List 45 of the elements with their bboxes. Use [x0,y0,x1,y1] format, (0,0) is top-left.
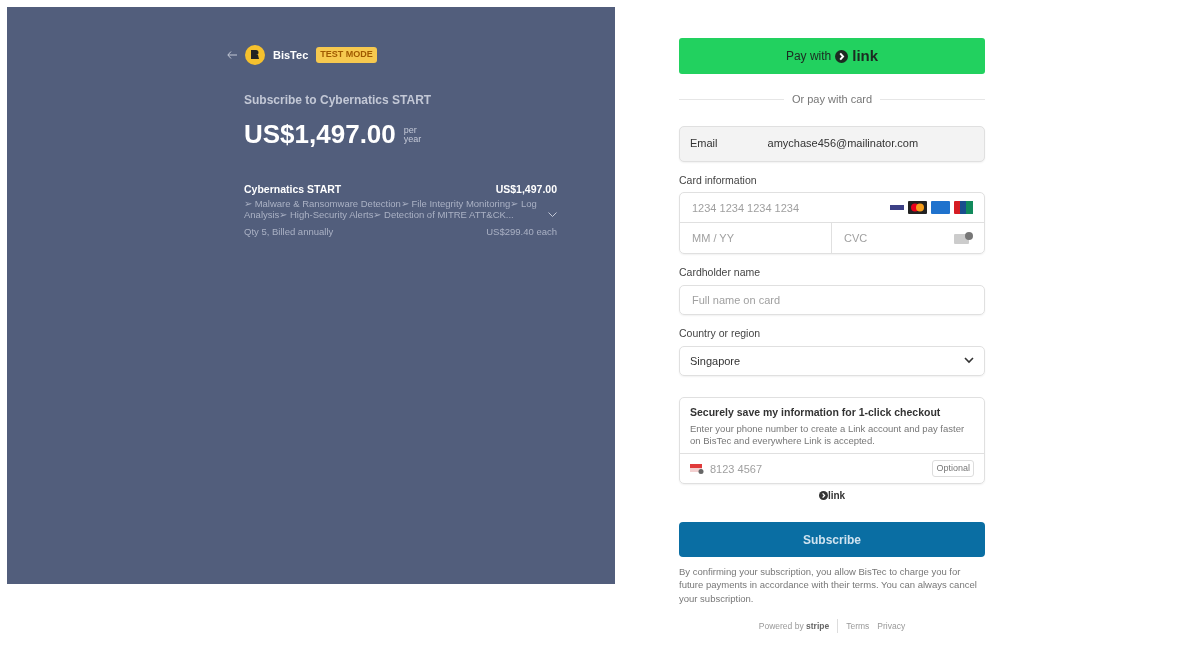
chevron-down-icon[interactable] [548,211,557,218]
period-label: per [403,125,418,135]
divider-label: Or pay with card [791,92,873,107]
chevron-circle-icon [818,491,828,501]
country-select[interactable]: Singapore [679,345,985,376]
cvc-field[interactable]: CVC [832,223,984,254]
flag-icon [690,463,704,474]
subscribe-button[interactable]: Subscribe [679,522,985,558]
optional-tag: Optional [932,459,974,478]
back-arrow-icon[interactable] [227,51,237,59]
item-amount: US$1,497.00 [495,182,557,197]
chevron-circle-icon [835,49,849,63]
subscription-heading: Subscribe to Cybernatics START [244,92,433,109]
card-brands-icon [888,201,974,215]
card-info-field[interactable]: 1234 1234 1234 1234 MM / YY CVC [679,192,985,255]
card-cvc-icon [954,232,974,245]
field-label: Card information [679,172,758,188]
item-quantity: Qty 5, Billed annually [244,224,334,239]
logo-icon [245,45,265,65]
unit-price: US$299.40 each [486,224,557,239]
test-mode-badge: TEST MODE [316,47,377,63]
field-label: Country or region [679,326,762,341]
phone-field[interactable]: 8123 4567 Optional [680,453,984,484]
field-label: Cardholder name [679,265,762,281]
email-field[interactable]: Email amychase456@mailinator.com [679,125,985,162]
chevron-down-icon [964,357,974,365]
card-number-field[interactable]: 1234 1234 1234 1234 [680,193,984,224]
period-label: year [403,134,422,144]
powered-by-text: Powered by stripe [758,619,830,633]
save-info-title: Securely save my information for 1-click checkout [690,404,942,420]
email-value: amychase456@mailinator.com [767,136,919,152]
footer-link[interactable]: Terms [846,619,870,633]
phone-input[interactable]: 8123 4567 [708,454,929,484]
save-info-text: Enter your phone number to create a Link account and pay faster on BisTec and everywhere Link is accepted. [690,422,966,449]
cvc-input[interactable]: CVC [842,223,954,254]
item-description: ➢ Malware & Ransomware Detection➢ File Integrity Monitoring➢ Log Analysis➢ High-Security Alerts➢ Detection of MITRE ATT&CK... [244,197,538,221]
terms-text: By confirming your subscription, you allow BisTec to charge you for future payments in accordance with their terms. You can always cancel your subscription. [679,565,978,605]
link-logo-text: link [827,489,846,504]
card-number-input[interactable]: 1234 1234 1234 1234 [690,193,888,223]
footer-link[interactable]: Privacy [877,619,906,633]
email-label: Email [690,136,718,152]
price: US$1,497.00 [244,118,396,151]
brand-name: BisTec [273,47,309,63]
item-name: Cybernatics START [244,182,342,197]
pay-with-link-button[interactable]: Pay with link [679,38,985,74]
